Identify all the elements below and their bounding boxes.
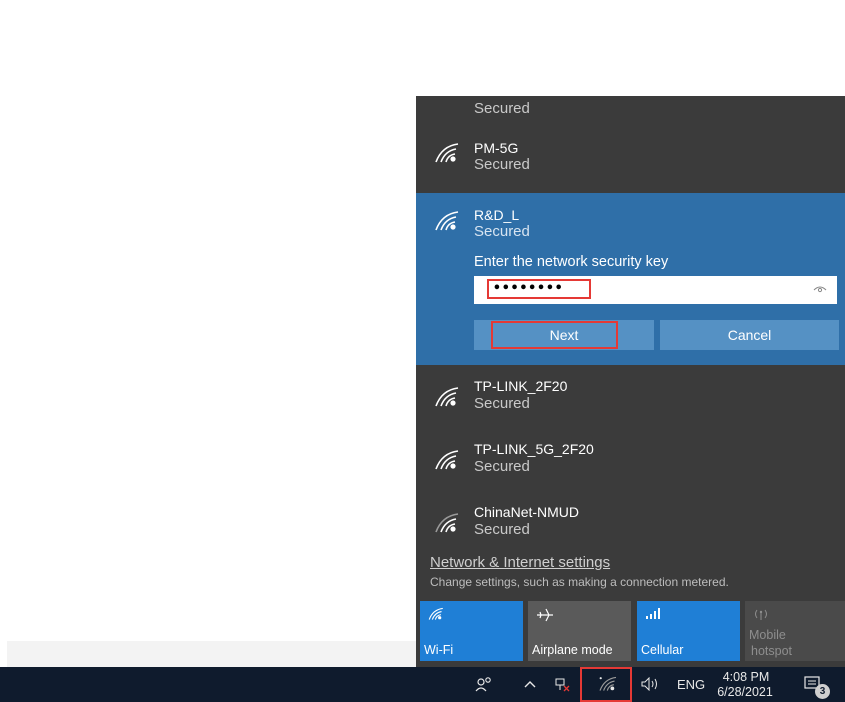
wifi-signal-icon xyxy=(435,450,459,470)
people-icon[interactable] xyxy=(475,676,493,692)
next-button[interactable]: Next xyxy=(474,320,654,350)
clock-date[interactable]: 6/28/2021 xyxy=(710,685,780,699)
mobile-hotspot-tile[interactable]: Mobile hotspot xyxy=(745,601,845,661)
wifi-icon xyxy=(428,607,443,620)
wifi-flyout: Secured PM-5G Secured R&D_L Secured Ente… xyxy=(416,96,845,667)
clock-time[interactable]: 4:08 PM xyxy=(716,670,776,685)
security-key-input[interactable]: •••••••• xyxy=(474,276,837,304)
hotspot-icon xyxy=(755,609,767,620)
taskbar-wifi-icon[interactable] xyxy=(598,676,618,692)
mobile-hotspot-tile-label-line2: hotspot xyxy=(751,644,793,658)
network-item-pm-5g[interactable]: PM-5G Secured xyxy=(416,132,845,192)
wifi-tile-label: Wi-Fi xyxy=(424,643,454,657)
cancel-button-label: Cancel xyxy=(727,327,772,343)
network-status: Secured xyxy=(474,156,530,173)
wifi-signal-icon xyxy=(435,387,459,407)
network-name: PM-5G xyxy=(474,140,519,156)
language-indicator[interactable]: ENG xyxy=(677,677,705,692)
ethernet-disconnected-icon[interactable] xyxy=(553,677,571,693)
cancel-button[interactable]: Cancel xyxy=(660,320,839,350)
airplane-mode-tile-label: Airplane mode xyxy=(532,643,613,657)
airplane-icon xyxy=(537,608,553,622)
notification-count-badge: 3 xyxy=(815,684,830,699)
network-item-tp-link-5g-2f20[interactable]: TP-LINK_5G_2F20 Secured xyxy=(416,439,845,499)
network-item-partial[interactable]: Secured xyxy=(416,96,845,120)
security-key-label: Enter the network security key xyxy=(474,254,669,270)
window-bottom-strip xyxy=(7,641,417,667)
cellular-tile[interactable]: Cellular xyxy=(637,601,740,661)
network-internet-settings-link[interactable]: Network & Internet settings xyxy=(430,554,610,571)
chevron-up-icon[interactable] xyxy=(523,679,537,689)
network-item-rd-l-selected[interactable]: R&D_L Secured Enter the network security… xyxy=(416,193,845,365)
wifi-signal-icon xyxy=(435,143,459,163)
network-status: Secured xyxy=(474,223,530,240)
next-button-highlight xyxy=(491,321,618,349)
network-status: Secured xyxy=(474,521,530,538)
network-name: R&D_L xyxy=(474,207,520,223)
network-status: Secured xyxy=(474,100,530,117)
security-key-value: •••••••• xyxy=(487,279,591,299)
mobile-hotspot-tile-label-line1: Mobile xyxy=(749,628,786,642)
network-item-tp-link-2f20[interactable]: TP-LINK_2F20 Secured xyxy=(416,376,845,436)
network-item-chinanet-nmud[interactable]: ChinaNet-NMUD Secured xyxy=(416,502,845,562)
taskbar: ENG 4:08 PM 6/28/2021 3 xyxy=(0,667,845,702)
wifi-signal-icon xyxy=(434,100,460,122)
wifi-tile[interactable]: Wi-Fi xyxy=(420,601,523,661)
network-name: TP-LINK_2F20 xyxy=(474,378,568,394)
network-status: Secured xyxy=(474,395,530,412)
cellular-icon xyxy=(646,608,660,619)
wifi-signal-icon xyxy=(435,211,459,231)
airplane-mode-tile[interactable]: Airplane mode xyxy=(528,601,631,661)
network-status: Secured xyxy=(474,458,530,475)
network-name: TP-LINK_5G_2F20 xyxy=(474,441,594,457)
volume-icon[interactable] xyxy=(640,677,662,691)
wifi-signal-icon xyxy=(435,513,459,533)
cellular-tile-label: Cellular xyxy=(641,643,684,657)
network-settings-description: Change settings, such as making a connec… xyxy=(430,575,729,589)
network-name: ChinaNet-NMUD xyxy=(474,504,580,520)
reveal-password-icon[interactable] xyxy=(813,284,827,294)
